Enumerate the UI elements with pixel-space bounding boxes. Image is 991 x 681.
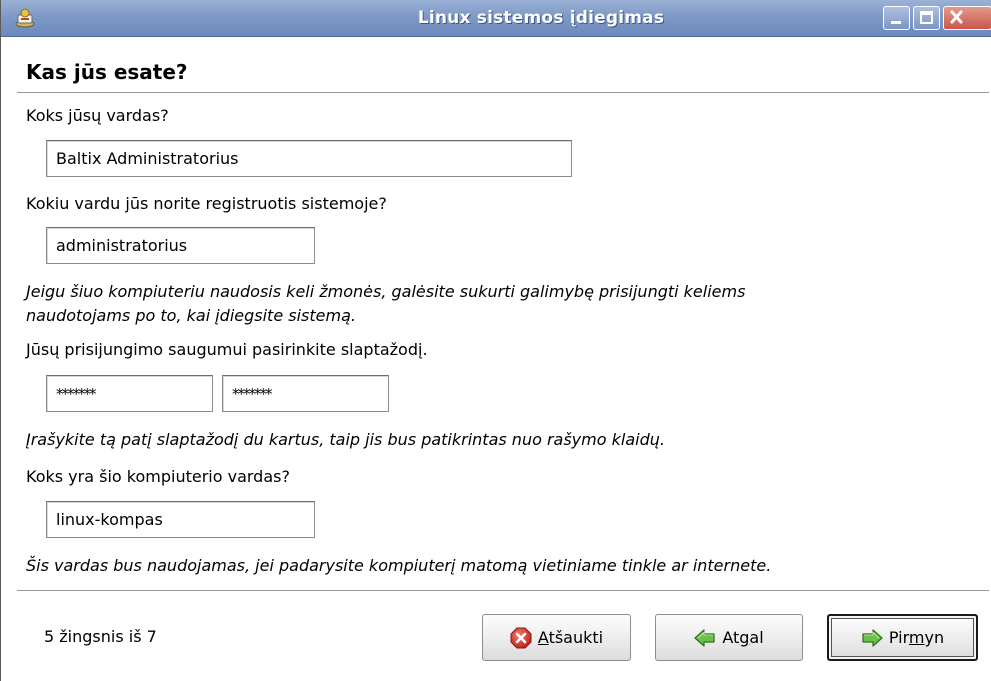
window-title: Linux sistemos įdiegimas bbox=[417, 8, 665, 28]
maximize-button[interactable] bbox=[913, 6, 940, 30]
username-hint-line1: Jeigu šiuo kompiuteriu naudosis keli žmo… bbox=[26, 282, 746, 301]
password-confirm-field[interactable] bbox=[222, 375, 389, 412]
minimize-button[interactable] bbox=[883, 6, 910, 30]
password-label: Jūsų prisijungimo saugumui pasirinkite s… bbox=[26, 340, 428, 359]
username-label: Kokiu vardu jūs norite registruotis sist… bbox=[26, 194, 387, 213]
heading-separator bbox=[17, 92, 989, 93]
cancel-icon bbox=[510, 627, 532, 649]
forward-button[interactable]: Pirmyn bbox=[827, 614, 978, 661]
back-button[interactable]: Atgal bbox=[655, 614, 803, 661]
minimize-icon bbox=[891, 21, 901, 24]
password-field[interactable] bbox=[46, 375, 213, 412]
hostname-hint: Šis vardas bus naudojamas, jei padarysit… bbox=[26, 556, 772, 575]
step-indicator: 5 žingsnis iš 7 bbox=[44, 627, 157, 646]
forward-button-label: Pirmyn bbox=[888, 628, 945, 647]
password-hint: Įrašykite tą patį slaptažodį du kartus, … bbox=[26, 430, 665, 449]
page-heading: Kas jūs esate? bbox=[26, 60, 188, 84]
close-button[interactable] bbox=[943, 6, 991, 30]
arrow-right-icon bbox=[861, 627, 883, 649]
close-icon bbox=[950, 10, 963, 24]
cancel-button-label: Atšaukti bbox=[537, 628, 604, 647]
arrow-left-icon bbox=[694, 627, 716, 649]
username-hint-line2: naudotojams po to, kai įdiegsite sistemą… bbox=[26, 306, 356, 325]
cancel-button[interactable]: Atšaukti bbox=[482, 614, 631, 661]
installer-window: Linux sistemos įdiegimas Kas jūs esate? … bbox=[0, 0, 991, 681]
hostname-label: Koks yra šio kompiuterio vardas? bbox=[26, 467, 290, 486]
full-name-label: Koks jūsų vardas? bbox=[26, 106, 169, 125]
back-button-label: Atgal bbox=[722, 628, 764, 647]
maximize-icon bbox=[920, 11, 933, 24]
hostname-field[interactable] bbox=[46, 501, 315, 538]
full-name-field[interactable] bbox=[46, 140, 572, 177]
username-field[interactable] bbox=[46, 227, 315, 264]
footer-separator bbox=[17, 590, 989, 591]
title-bar[interactable]: Linux sistemos įdiegimas bbox=[1, 0, 991, 37]
